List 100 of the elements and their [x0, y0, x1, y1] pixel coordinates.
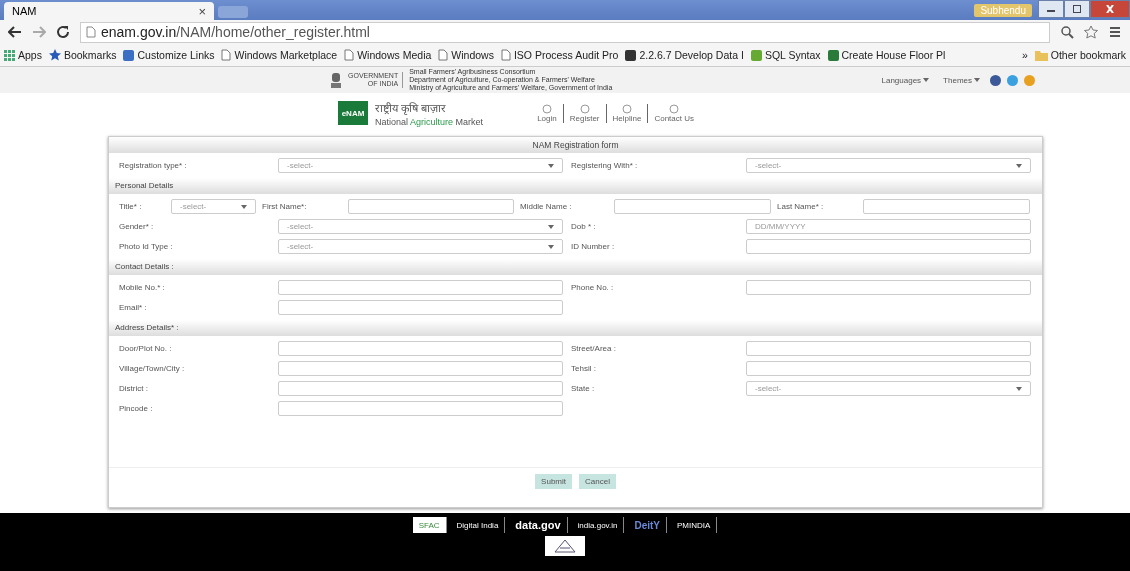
caret-icon [1016, 386, 1022, 391]
bookmark-folder[interactable]: Other bookmark [1034, 49, 1126, 61]
field-label: ID Number : [571, 242, 616, 251]
nav-link[interactable]: Login [531, 103, 563, 123]
themes-dropdown[interactable]: Themes [939, 75, 984, 85]
twitter-icon[interactable] [1007, 74, 1018, 86]
bookmark-item[interactable]: SQL Syntax [750, 49, 821, 61]
close-icon[interactable]: × [198, 3, 206, 19]
input-field[interactable] [278, 381, 563, 396]
browser-tab[interactable]: NAM × [4, 2, 214, 20]
nav-link[interactable]: Helpline [605, 103, 648, 123]
field-label: Phone No. : [571, 283, 615, 292]
enam-logo[interactable]: eNAM [338, 101, 368, 125]
field-label: Photo Id Type : [119, 242, 174, 251]
partner-logo[interactable]: PMINDIA [671, 517, 718, 533]
languages-dropdown[interactable]: Languages [877, 75, 934, 85]
bookmark-item[interactable]: Create House Floor Pl [827, 49, 946, 61]
field-label: Mobile No.* : [119, 283, 166, 292]
maximize-icon[interactable] [1064, 0, 1090, 18]
form-button[interactable]: Cancel [579, 474, 616, 489]
nav-link[interactable]: Register [562, 103, 606, 123]
field-label: Registering With* : [571, 161, 639, 170]
facebook-icon[interactable] [990, 74, 1001, 86]
site-title: National Agriculture Market [375, 116, 484, 127]
page-icon [500, 49, 511, 61]
input-field[interactable] [746, 341, 1031, 356]
field-label: Street/Area : [571, 344, 617, 353]
field-label: Village/Town/City : [119, 364, 186, 373]
emblem-logo[interactable] [545, 536, 585, 556]
bookmark-item[interactable]: ISO Process Audit Pro [500, 49, 619, 61]
input-field[interactable] [614, 199, 771, 214]
input-field[interactable] [278, 361, 563, 376]
partner-logo[interactable]: data.gov [509, 517, 568, 533]
favicon-icon [750, 49, 762, 61]
reload-icon[interactable] [56, 25, 70, 39]
star-icon [48, 49, 61, 61]
favicon-icon [123, 49, 135, 61]
forward-icon[interactable] [32, 26, 46, 38]
field-label: Email* : [119, 303, 148, 312]
bookmark-item[interactable]: Windows Media [344, 49, 432, 61]
favicon-icon [625, 49, 637, 61]
field-label: State : [571, 384, 596, 393]
partner-logo[interactable]: Digital India [450, 517, 506, 533]
field-label: Dob * : [571, 222, 597, 231]
partner-logo[interactable]: SFAC [412, 517, 447, 533]
apps-grid-icon [4, 49, 15, 61]
back-icon[interactable] [8, 26, 22, 38]
input-field[interactable] [278, 300, 563, 315]
input-field[interactable]: DD/MM/YYYY [746, 219, 1031, 234]
bookmark-item[interactable]: Windows [438, 49, 494, 61]
bookmark-item[interactable]: Customize Links [123, 49, 215, 61]
circle-icon [621, 103, 632, 114]
bookmark-item[interactable]: Windows Marketplace [221, 49, 338, 61]
close-icon[interactable] [1090, 0, 1130, 18]
page-icon [221, 49, 232, 61]
circle-icon [541, 103, 552, 114]
caret-icon [548, 224, 554, 229]
minimize-icon[interactable] [1038, 0, 1064, 18]
form-title: NAM Registration form [109, 137, 1042, 153]
bookmark-item[interactable]: Apps [4, 49, 42, 61]
favicon-icon [827, 49, 839, 61]
partner-logo[interactable]: india.gov.in [571, 517, 625, 533]
bookmark-item[interactable]: Bookmarks [48, 49, 117, 61]
field-label: Title* : [119, 202, 143, 211]
input-field[interactable] [278, 280, 563, 295]
input-field[interactable] [278, 341, 563, 356]
input-field[interactable] [278, 401, 563, 416]
circle-icon [669, 103, 680, 114]
star-icon[interactable] [1084, 25, 1098, 39]
more-bookmarks-button[interactable]: » [1021, 49, 1028, 61]
form-button[interactable]: Submit [535, 474, 572, 489]
input-field[interactable] [746, 361, 1031, 376]
page-icon [438, 49, 449, 61]
nav-link[interactable]: Contact Us [647, 103, 700, 123]
section-heading: Address Details* : [109, 320, 1042, 336]
caret-icon [923, 78, 930, 82]
field-label: Registration type* : [119, 161, 188, 170]
field-label: Tehsil : [571, 364, 597, 373]
field-label: Last Name* : [777, 202, 825, 211]
circle-icon [579, 103, 590, 114]
address-field[interactable]: enam.gov.in/NAM/home/other_register.html [80, 21, 1050, 43]
emblem-icon [330, 71, 342, 89]
input-field[interactable] [746, 239, 1031, 254]
section-heading: Personal Details [109, 178, 1042, 194]
menu-icon[interactable] [1108, 25, 1122, 39]
bookmark-item[interactable]: 2.2.6.7 Develop Data I [625, 49, 744, 61]
rss-icon[interactable] [1024, 74, 1035, 86]
caret-icon [548, 163, 554, 168]
input-field[interactable] [863, 199, 1030, 214]
field-label: Middle Name : [520, 202, 573, 211]
partner-logo[interactable]: DeitY [628, 517, 668, 533]
zoom-icon[interactable] [1060, 25, 1074, 39]
section-heading: Contact Details : [109, 259, 1042, 275]
input-field[interactable] [348, 199, 514, 214]
caret-icon [974, 78, 980, 82]
caret-icon [1016, 163, 1022, 168]
caret-icon [241, 204, 247, 209]
new-tab-button[interactable] [218, 6, 248, 18]
caret-icon [548, 244, 554, 249]
input-field[interactable] [746, 280, 1031, 295]
